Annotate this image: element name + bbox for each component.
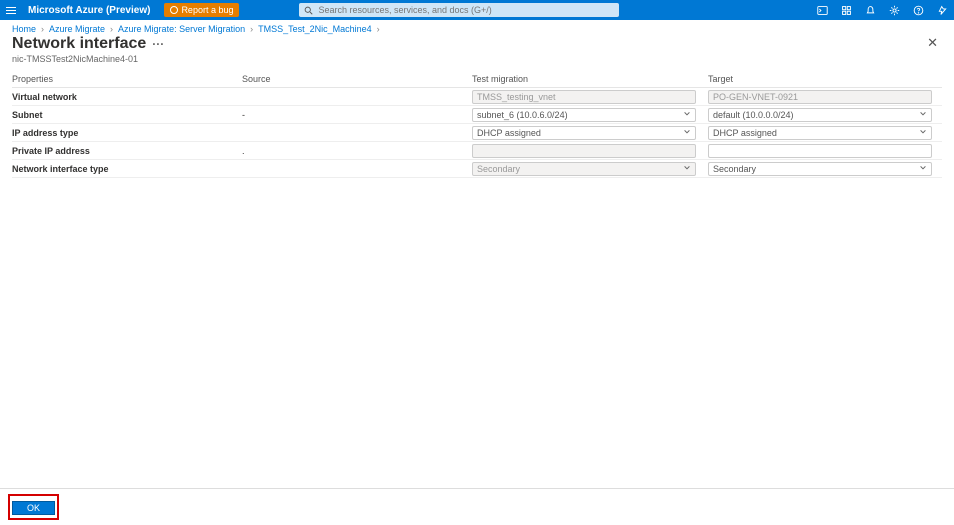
search-icon [304, 6, 313, 15]
row-virtual-network: Virtual network TMSS_testing_vnet PO-GEN… [12, 88, 942, 106]
ntype-target-select[interactable]: Secondary [708, 162, 932, 176]
bug-label: Report a bug [181, 5, 233, 15]
menu-icon[interactable] [6, 7, 20, 14]
vnet-target-field: PO-GEN-VNET-0921 [708, 90, 932, 104]
vnet-test-field: TMSS_testing_vnet [472, 90, 696, 104]
chevron-down-icon [919, 110, 927, 120]
subnet-label: Subnet [12, 110, 242, 120]
properties-grid: Properties Source Test migration Target … [0, 68, 954, 178]
pip-source: . [242, 146, 472, 156]
pip-test-field [472, 144, 696, 158]
chevron-down-icon [683, 164, 691, 174]
breadcrumb-migrate[interactable]: Azure Migrate [49, 24, 105, 34]
chevron-down-icon [919, 128, 927, 138]
pip-target-field[interactable] [708, 144, 932, 158]
page-header: Network interface ··· nic-TMSSTest2NicMa… [0, 35, 954, 68]
iptype-test-select[interactable]: DHCP assigned [472, 126, 696, 140]
col-target: Target [708, 74, 938, 84]
vnet-label: Virtual network [12, 92, 242, 102]
directories-icon[interactable] [840, 4, 852, 16]
chevron-down-icon [683, 128, 691, 138]
ntype-test-field: Secondary [472, 162, 696, 176]
search-input[interactable] [313, 5, 614, 15]
col-test: Test migration [472, 74, 702, 84]
ntype-label: Network interface type [12, 164, 242, 174]
subnet-target-select[interactable]: default (10.0.0.0/24) [708, 108, 932, 122]
iptype-label: IP address type [12, 128, 242, 138]
page-subtitle: nic-TMSSTest2NicMachine4-01 [12, 54, 164, 64]
help-icon[interactable] [912, 4, 924, 16]
chevron-down-icon [683, 110, 691, 120]
subnet-test-select[interactable]: subnet_6 (10.0.6.0/24) [472, 108, 696, 122]
cloud-shell-icon[interactable] [816, 4, 828, 16]
chevron-down-icon [919, 164, 927, 174]
search-box[interactable] [299, 3, 619, 17]
breadcrumb-machine[interactable]: TMSS_Test_2Nic_Machine4 [258, 24, 372, 34]
breadcrumb: Home› Azure Migrate› Azure Migrate: Serv… [0, 20, 954, 35]
subnet-source: - [242, 110, 472, 120]
notifications-icon[interactable] [864, 4, 876, 16]
row-private-ip: Private IP address . [12, 142, 942, 160]
close-icon[interactable]: ✕ [927, 35, 942, 51]
row-subnet: Subnet - subnet_6 (10.0.6.0/24) default … [12, 106, 942, 124]
more-icon[interactable]: ··· [152, 37, 164, 51]
breadcrumb-home[interactable]: Home [12, 24, 36, 34]
row-ip-type: IP address type DHCP assigned DHCP assig… [12, 124, 942, 142]
brand-label: Microsoft Azure (Preview) [28, 5, 150, 16]
col-properties: Properties [12, 74, 242, 84]
feedback-icon[interactable] [936, 4, 948, 16]
topbar: Microsoft Azure (Preview) Report a bug [0, 0, 954, 20]
iptype-target-select[interactable]: DHCP assigned [708, 126, 932, 140]
row-interface-type: Network interface type Secondary Seconda… [12, 160, 942, 178]
bug-icon [170, 6, 178, 14]
settings-icon[interactable] [888, 4, 900, 16]
pip-label: Private IP address [12, 146, 242, 156]
breadcrumb-server-migration[interactable]: Azure Migrate: Server Migration [118, 24, 245, 34]
page-title: Network interface [12, 35, 146, 53]
ok-highlight: OK [8, 494, 59, 520]
col-source: Source [242, 74, 472, 84]
report-bug-button[interactable]: Report a bug [164, 3, 239, 17]
ok-button[interactable]: OK [12, 501, 55, 515]
footer: OK [0, 488, 954, 525]
